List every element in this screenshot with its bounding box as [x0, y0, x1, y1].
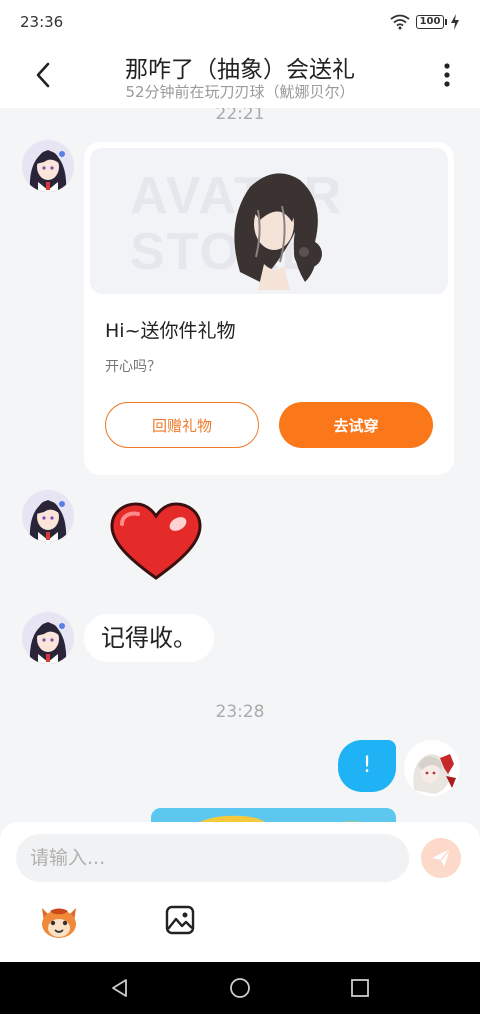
- status-time: 23:36: [20, 13, 64, 31]
- send-button[interactable]: [421, 838, 461, 878]
- status-bar: 23:36 100: [0, 0, 480, 44]
- anime-avatar-icon: [22, 490, 74, 542]
- chat-subtitle: 52分钟前在玩刀刃球（魷娜贝尔）: [125, 83, 355, 101]
- wifi-icon: [390, 14, 410, 30]
- heart-sticker[interactable]: [108, 502, 204, 582]
- message-input[interactable]: [16, 834, 409, 882]
- contact-avatar[interactable]: [22, 140, 74, 192]
- emoji-mascot-icon: [42, 908, 76, 938]
- home-circle-icon[interactable]: [228, 976, 252, 1000]
- image-thumbnail: [151, 808, 396, 822]
- outgoing-image-message[interactable]: [151, 808, 396, 822]
- user-avatar-icon: [404, 740, 460, 796]
- outgoing-text-message[interactable]: !: [338, 740, 396, 792]
- image-picker-button[interactable]: [164, 904, 196, 936]
- chat-title: 那咋了（抽象）会送礼: [125, 57, 355, 83]
- gift-card-message[interactable]: AVATAR STORE Hi~送你件礼物 开心吗？ 回赠礼物 去试穿: [84, 142, 454, 475]
- incoming-text-message[interactable]: 记得收。: [84, 614, 214, 662]
- status-icons: 100: [390, 14, 460, 30]
- message-list[interactable]: 22:21 AVATAR STORE Hi~送你件礼物 开心吗？ 回赠礼物 去试…: [0, 108, 480, 822]
- gift-card-subtitle: 开心吗？: [105, 359, 161, 375]
- back-triangle-icon[interactable]: [108, 976, 132, 1000]
- hairstyle-item-image: [234, 173, 322, 290]
- return-gift-button[interactable]: 回赠礼物: [105, 402, 259, 448]
- system-navigation-bar: [0, 962, 480, 1014]
- contact-avatar[interactable]: [22, 612, 74, 664]
- my-avatar[interactable]: [404, 740, 460, 796]
- contact-avatar[interactable]: [22, 490, 74, 542]
- anime-avatar-icon: [22, 140, 74, 192]
- timestamp-separator: 23:28: [215, 702, 265, 722]
- gift-preview-image: AVATAR STORE: [90, 148, 448, 294]
- more-options-button[interactable]: [430, 58, 464, 92]
- recents-square-icon[interactable]: [348, 976, 372, 1000]
- charging-icon: [451, 14, 459, 30]
- try-on-button[interactable]: 去试穿: [279, 402, 433, 448]
- battery-icon: 100: [416, 15, 447, 29]
- anime-avatar-icon: [22, 612, 74, 664]
- timestamp-separator: 22:21: [215, 108, 265, 124]
- image-icon: [165, 905, 195, 935]
- gift-card-title: Hi~送你件礼物: [105, 320, 236, 342]
- more-vertical-icon: [444, 63, 450, 87]
- emoji-button[interactable]: [38, 902, 80, 940]
- send-icon: [432, 848, 451, 867]
- chat-header: 那咋了（抽象）会送礼 52分钟前在玩刀刃球（魷娜贝尔）: [0, 44, 480, 108]
- message-composer: [0, 822, 480, 962]
